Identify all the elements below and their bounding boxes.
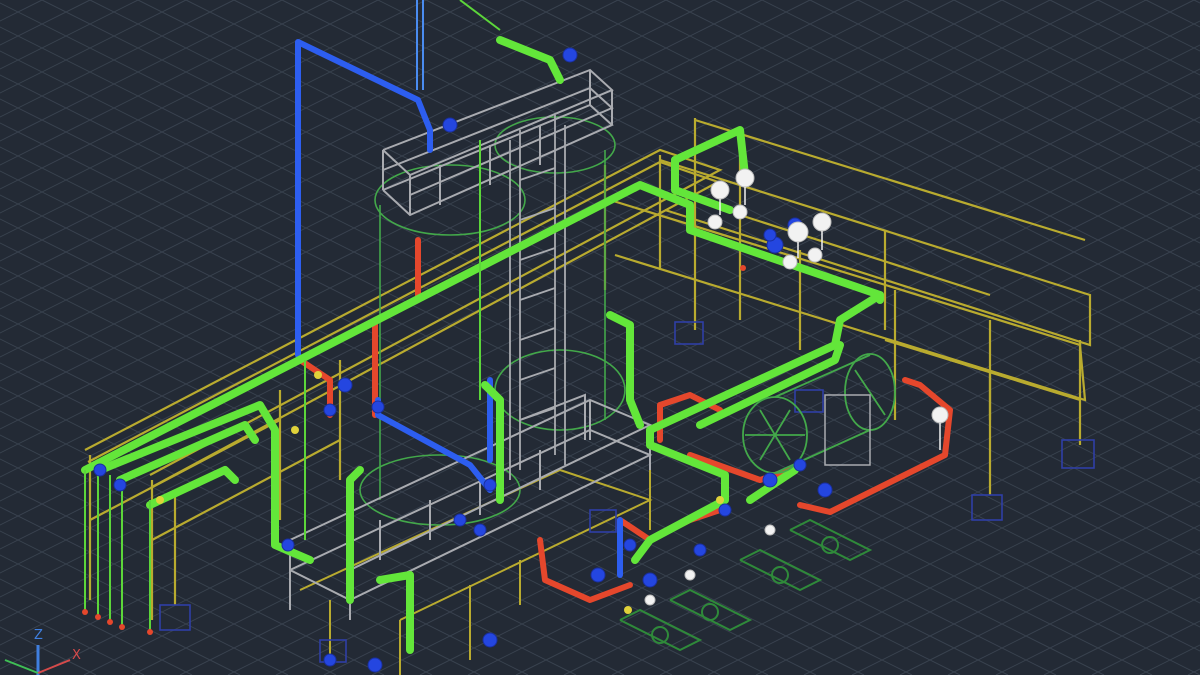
- ucs-y-axis: [4, 659, 39, 674]
- exchanger-support: [824, 394, 871, 466]
- blue-outline-line: [416, 0, 424, 90]
- model-viewport[interactable]: Z X: [0, 0, 1200, 675]
- ucs-x-axis: [37, 659, 71, 674]
- ucs-icon: Z X: [4, 628, 81, 675]
- green-outline-pipes: [84, 0, 501, 630]
- piping-3d-model[interactable]: [0, 0, 1200, 675]
- ucs-x-label: X: [72, 648, 81, 663]
- ucs-z-label: Z: [34, 628, 43, 643]
